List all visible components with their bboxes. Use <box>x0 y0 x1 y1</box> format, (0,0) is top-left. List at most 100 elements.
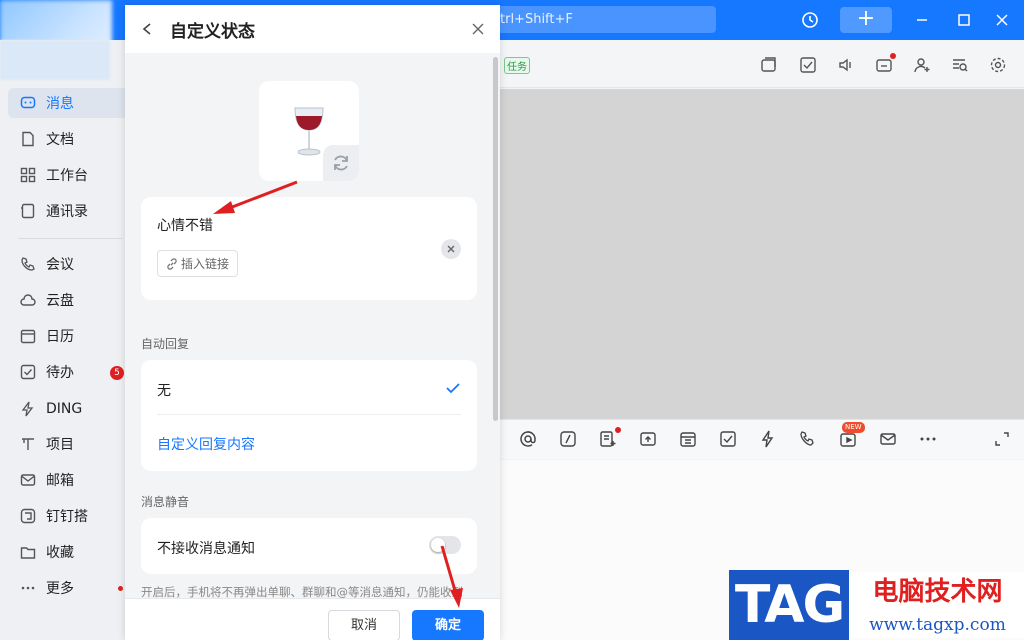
auto-reply-card: 无 自定义回复内容 <box>141 360 477 471</box>
confirm-button[interactable]: 确定 <box>412 610 484 640</box>
new-badge: NEW <box>842 422 865 433</box>
more-icon <box>20 580 36 596</box>
sidebar-item-label: 邮箱 <box>46 473 74 489</box>
history-icon[interactable] <box>800 10 820 30</box>
sidebar-item-label: 文档 <box>46 132 74 148</box>
sidebar-item-label: 云盘 <box>46 293 74 309</box>
toolbar-red-dot <box>615 427 621 433</box>
sidebar-item-more[interactable]: 更多 <box>8 573 125 603</box>
document-icon <box>20 131 36 147</box>
watermark: TAG 电脑技术网 www.tagxp.com <box>729 570 1024 640</box>
dingda-icon <box>20 508 36 524</box>
sidebar-item-workbench[interactable]: 工作台 <box>8 160 125 190</box>
expand-icon[interactable] <box>992 429 1012 449</box>
mention-icon[interactable] <box>518 429 538 449</box>
minimize-icon[interactable] <box>912 10 932 30</box>
message-icon <box>20 95 36 111</box>
ding-lightning-icon[interactable] <box>758 429 778 449</box>
checkbox-icon[interactable] <box>797 54 819 76</box>
add-button[interactable]: + <box>840 7 892 33</box>
todo-check-icon <box>20 364 36 380</box>
sidebar-item-label: 收藏 <box>46 545 74 561</box>
sidebar-item-label: 消息 <box>46 96 74 112</box>
reply-option-none[interactable]: 无 <box>157 380 171 400</box>
email-icon[interactable] <box>878 429 898 449</box>
sidebar-item-label: 会议 <box>46 257 74 273</box>
sidebar-item-contacts[interactable]: 通讯录 <box>8 196 125 226</box>
mute-card: 不接收消息通知 <box>141 518 477 574</box>
sidebar-item-meeting[interactable]: 会议 <box>8 249 125 279</box>
back-icon[interactable] <box>137 19 157 39</box>
task-check-icon[interactable] <box>718 429 738 449</box>
command-icon[interactable] <box>558 429 578 449</box>
contacts-icon <box>20 203 36 219</box>
sidebar-item-label: 待办 <box>46 365 74 381</box>
speaker-icon[interactable] <box>835 54 857 76</box>
watermark-logo: TAG <box>729 570 849 640</box>
cancel-button[interactable]: 取消 <box>328 610 400 640</box>
sidebar-item-dingda[interactable]: 钉钉搭 <box>8 501 125 531</box>
grid-icon <box>20 167 36 183</box>
sidebar-item-docs[interactable]: 文档 <box>8 124 125 154</box>
sidebar-item-calendar[interactable]: 日历 <box>8 321 125 351</box>
sidebar-item-label: DING <box>46 401 83 417</box>
lightning-icon <box>20 401 36 417</box>
divider <box>157 414 461 415</box>
calendar-icon <box>20 328 36 344</box>
scrollbar[interactable] <box>493 57 498 421</box>
annotation-arrow-status <box>213 180 298 214</box>
settings-icon[interactable] <box>987 54 1009 76</box>
sidebar-item-label: 日历 <box>46 329 74 345</box>
task-tag: 任务 <box>504 57 530 74</box>
watermark-site-name: 电脑技术网 <box>851 572 1024 612</box>
schedule-icon[interactable] <box>678 429 698 449</box>
screen-icon[interactable] <box>758 54 780 76</box>
todo-badge: 5 <box>110 366 124 380</box>
phone-icon <box>20 256 36 272</box>
sidebar-item-messages[interactable]: 消息 <box>8 88 125 118</box>
status-card: 心情不错 插入链接 <box>141 197 477 300</box>
add-member-icon[interactable] <box>911 54 933 76</box>
sidebar-item-label: 通讯录 <box>46 204 88 220</box>
sidebar-item-ding[interactable]: DING <box>8 394 125 424</box>
more-tools-icon[interactable] <box>918 429 938 449</box>
sidebar-item-label: 钉钉搭 <box>46 509 88 525</box>
sidebar-item-label: 项目 <box>46 437 74 453</box>
close-window-icon[interactable] <box>992 10 1012 30</box>
watermark-url: www.tagxp.com <box>851 612 1024 638</box>
sidebar-item-project[interactable]: 项目 <box>8 429 125 459</box>
dialog-header: 自定义状态 <box>125 5 500 53</box>
auto-reply-label: 自动回复 <box>141 337 190 351</box>
cloud-icon <box>20 292 36 308</box>
sidebar-divider <box>18 238 122 239</box>
mute-option-label: 不接收消息通知 <box>157 541 255 557</box>
mute-label: 消息静音 <box>141 495 190 509</box>
more-red-dot <box>118 586 123 591</box>
maximize-icon[interactable] <box>954 10 974 30</box>
sidebar-item-favorites[interactable]: 收藏 <box>8 537 125 567</box>
folder-icon <box>20 544 36 560</box>
annotation-arrow-confirm <box>440 545 463 608</box>
clear-icon[interactable] <box>441 239 461 259</box>
refresh-icon[interactable] <box>323 145 359 181</box>
sidebar-item-label: 更多 <box>46 581 74 597</box>
search-list-icon[interactable] <box>949 54 971 76</box>
upload-folder-icon[interactable] <box>638 429 658 449</box>
dialog-title: 自定义状态 <box>170 22 255 42</box>
header-red-dot <box>890 53 896 59</box>
chat-body <box>500 89 1024 419</box>
sidebar-item-mail[interactable]: 邮箱 <box>8 465 125 495</box>
search-input[interactable]: trl+Shift+F <box>476 6 716 33</box>
close-icon[interactable] <box>469 20 487 38</box>
insert-link-label: 插入链接 <box>181 257 230 271</box>
custom-reply-link[interactable]: 自定义回复内容 <box>157 434 255 454</box>
insert-link-button[interactable]: 插入链接 <box>157 250 239 277</box>
call-icon[interactable] <box>798 429 818 449</box>
sidebar-item-todo[interactable]: 待办 <box>8 357 125 387</box>
link-icon <box>166 257 178 270</box>
check-icon <box>445 380 461 396</box>
sidebar-item-cloud[interactable]: 云盘 <box>8 285 125 315</box>
sidebar-item-label: 工作台 <box>46 168 88 184</box>
mail-icon <box>20 472 36 488</box>
project-icon <box>20 436 36 452</box>
